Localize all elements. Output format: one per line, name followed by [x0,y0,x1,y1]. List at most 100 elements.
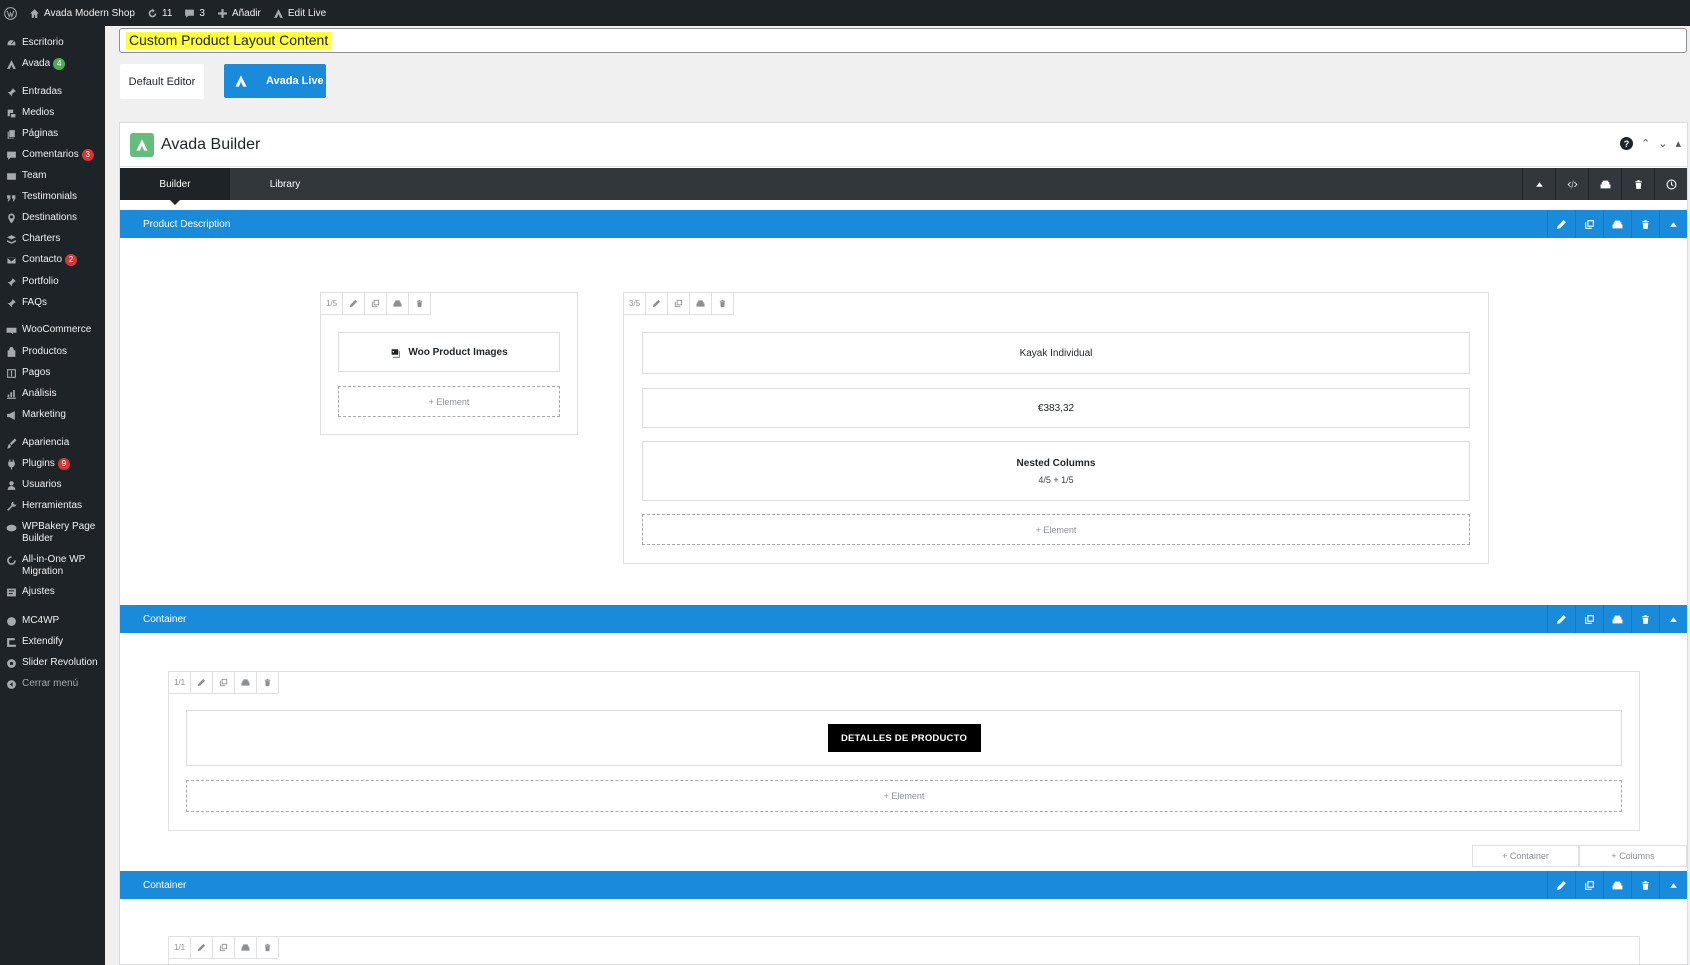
clone-section-button[interactable] [1575,210,1603,238]
save-column-button[interactable] [235,937,257,959]
sidebar-item-team[interactable]: Team [0,170,105,182]
chevron-down-icon[interactable]: ⌄ [1658,137,1667,150]
toggle-section-button[interactable] [1659,210,1687,238]
sidebar-item-mc4wp[interactable]: MC4WP [0,615,105,627]
detalles-de-producto-button[interactable]: DETALLES DE PRODUCTO [827,724,981,752]
tab-builder[interactable]: Builder [120,168,230,205]
column-size-label[interactable]: 3/5 [624,293,646,315]
edit-column-button[interactable] [646,293,668,315]
save-column-button[interactable] [690,293,712,315]
edit-section-button[interactable] [1547,605,1575,633]
add-columns-button[interactable]: + Columns [1579,845,1687,867]
clone-column-button[interactable] [213,672,235,694]
edit-column-button[interactable] [191,672,213,694]
sidebar-item-entradas[interactable]: Entradas [0,86,105,98]
element-product-price[interactable]: €383,32 [642,388,1470,428]
save-section-button[interactable] [1603,605,1631,633]
delete-section-button[interactable] [1631,871,1659,899]
edit-section-button[interactable] [1547,871,1575,899]
default-editor-button[interactable]: Default Editor [120,64,204,99]
sidebar-item-extendify[interactable]: Extendify [0,636,105,648]
add-element-button[interactable]: + Element [642,514,1470,545]
toggle-section-button[interactable] [1659,871,1687,899]
sidebar-item-testimonials[interactable]: Testimonials [0,191,105,203]
clone-column-button[interactable] [668,293,690,315]
sidebar-item-charters[interactable]: Charters [0,233,105,245]
clone-section-button[interactable] [1575,871,1603,899]
sidebar-item-marketing[interactable]: Marketing [0,409,105,421]
delete-column-button[interactable] [257,937,279,959]
element-product-title[interactable]: Kayak Individual [642,332,1470,374]
delete-all-button[interactable] [1621,168,1654,200]
sidebar-item-portfolio[interactable]: Portfolio [0,276,105,288]
column-1-1[interactable]: 1/1 [168,936,1640,964]
sidebar-item-paginas[interactable]: Páginas [0,128,105,140]
history-button[interactable] [1654,168,1687,200]
sidebar-item-productos[interactable]: Productos [0,346,105,358]
avada-live-button[interactable]: Avada Live [224,64,326,98]
section-container[interactable]: Container [120,605,1687,633]
section-container[interactable]: Container [120,871,1687,899]
sidebar-item-wpbakery[interactable]: WPBakery Page Builder [0,521,105,545]
sidebar-item-escritorio[interactable]: Escritorio [0,37,105,49]
save-section-button[interactable] [1603,210,1631,238]
save-template-button[interactable] [1588,168,1621,200]
clone-column-button[interactable] [213,937,235,959]
element-detalles-button[interactable]: DETALLES DE PRODUCTO [186,710,1622,766]
delete-column-button[interactable] [712,293,734,315]
add-new-link[interactable]: Añadir [217,8,261,19]
sidebar-item-woocommerce[interactable]: WooCommerce [0,324,105,336]
edit-column-button[interactable] [343,293,365,315]
sidebar-item-slider-revolution[interactable]: Slider Revolution [0,657,105,669]
tab-library[interactable]: Library [230,168,340,200]
clone-section-button[interactable] [1575,605,1603,633]
column-size-label[interactable]: 1/1 [169,672,191,694]
edit-section-button[interactable] [1547,210,1575,238]
help-icon[interactable]: ? [1620,137,1634,150]
sidebar-item-comentarios[interactable]: Comentarios 3 [0,149,105,161]
add-container-button[interactable]: + Container [1472,845,1579,867]
save-section-button[interactable] [1603,871,1631,899]
edit-live-link[interactable]: Edit Live [273,8,326,19]
updates-link[interactable]: 11 [147,8,172,19]
sidebar-item-destinations[interactable]: Destinations [0,212,105,224]
sidebar-collapse-menu[interactable]: Cerrar menú [0,678,105,690]
collapse-arrow-icon[interactable]: ▴ [1675,137,1681,150]
site-name-link[interactable]: Avada Modern Shop [29,8,135,19]
toggle-all-button[interactable] [1522,168,1555,200]
pencil-icon [1557,219,1566,229]
delete-section-button[interactable] [1631,605,1659,633]
sidebar-item-medios[interactable]: Medios [0,107,105,119]
delete-column-button[interactable] [409,293,431,315]
column-size-label[interactable]: 1/1 [169,937,191,959]
edit-column-button[interactable] [191,937,213,959]
element-nested-columns[interactable]: Nested Columns 4/5 + 1/5 [642,441,1470,501]
sidebar-item-analisis[interactable]: Análisis [0,388,105,400]
save-column-button[interactable] [387,293,409,315]
delete-column-button[interactable] [257,672,279,694]
save-column-button[interactable] [235,672,257,694]
element-woo-product-images[interactable]: Woo Product Images [338,332,560,372]
sidebar-item-avada[interactable]: Avada 4 [0,58,105,70]
sidebar-item-herramientas[interactable]: Herramientas [0,500,105,512]
column-size-label[interactable]: 1/5 [321,293,343,315]
sidebar-item-ajustes[interactable]: Ajustes [0,586,105,598]
sidebar-item-usuarios[interactable]: Usuarios [0,479,105,491]
sidebar-item-plugins[interactable]: Plugins 9 [0,458,105,470]
wordpress-logo-icon[interactable] [4,6,17,20]
add-element-button[interactable]: + Element [186,780,1622,812]
post-title-input[interactable]: Custom Product Layout Content [119,28,1687,53]
delete-section-button[interactable] [1631,210,1659,238]
comments-link[interactable]: 3 [184,8,205,19]
add-element-button[interactable]: + Element [338,386,560,417]
clone-column-button[interactable] [365,293,387,315]
chevron-up-icon[interactable]: ⌃ [1641,137,1650,150]
section-product-description[interactable]: Product Description [120,210,1687,238]
toggle-section-button[interactable] [1659,605,1687,633]
sidebar-item-pagos[interactable]: Pagos [0,367,105,379]
sidebar-item-contacto[interactable]: Contacto 2 [0,254,105,266]
code-view-button[interactable] [1555,168,1588,200]
sidebar-item-apariencia[interactable]: Apariencia [0,437,105,449]
sidebar-item-faqs[interactable]: FAQs [0,297,105,309]
sidebar-item-migration[interactable]: All-in-One WP Migration [0,554,105,578]
